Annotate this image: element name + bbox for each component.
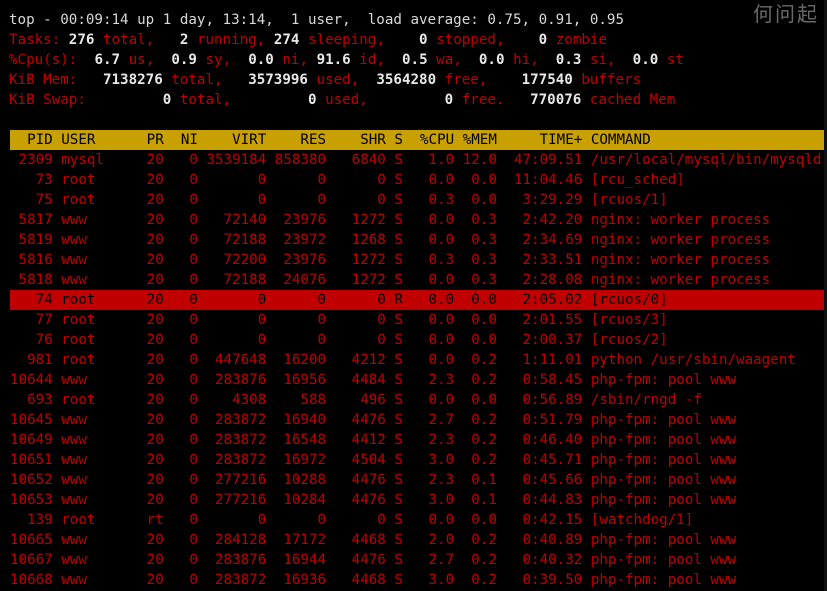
tasks-line: Tasks: 276 total, 2 running, 274 sleepin…	[9, 32, 607, 48]
process-row[interactable]: 10668 www 20 0 283872 16936 4468 S 3.0 0…	[10, 570, 827, 590]
process-row-text: 76 root 20 0 0 0 0 S 0.0 0.0 2:00.37 [rc…	[10, 332, 668, 348]
process-row[interactable]: 693 root 20 0 4308 588 496 S 0.0 0.0 0:5…	[10, 390, 827, 410]
process-row[interactable]: 76 root 20 0 0 0 0 S 0.0 0.0 2:00.37 [rc…	[10, 330, 827, 350]
process-row-text: 77 root 20 0 0 0 0 S 0.0 0.0 2:01.55 [rc…	[10, 312, 668, 328]
process-row[interactable]: 139 root rt 0 0 0 0 S 0.0 0.0 0:42.15 [w…	[10, 510, 827, 530]
process-row[interactable]: 5816 www 20 0 72200 23976 1272 S 0.3 0.3…	[10, 250, 827, 270]
watermark-logo: 何问起	[753, 2, 819, 26]
process-row-text: 10651 www 20 0 283872 16972 4504 S 3.0 0…	[10, 452, 737, 468]
process-row-text: 10649 www 20 0 283872 16548 4412 S 2.3 0…	[10, 432, 737, 448]
process-row[interactable]: 10653 www 20 0 277216 10284 4476 S 3.0 0…	[10, 490, 827, 510]
process-row-text: 5816 www 20 0 72200 23976 1272 S 0.3 0.3…	[10, 252, 771, 268]
process-row-text: 10644 www 20 0 283876 16956 4484 S 2.3 0…	[10, 372, 737, 388]
process-row[interactable]: 5817 www 20 0 72140 23976 1272 S 0.0 0.3…	[10, 210, 827, 230]
process-row-selected[interactable]: 74 root 20 0 0 0 0 R 0.0 0.0 2:05.02 [rc…	[10, 290, 827, 310]
process-row[interactable]: 10667 www 20 0 283876 16944 4476 S 2.7 0…	[10, 550, 827, 570]
process-row-text: 75 root 20 0 0 0 0 S 0.3 0.0 3:29.29 [rc…	[10, 192, 668, 208]
process-row-text: 10668 www 20 0 283872 16936 4468 S 3.0 0…	[10, 572, 737, 588]
process-row[interactable]: 5819 www 20 0 72188 23972 1268 S 0.0 0.3…	[10, 230, 827, 250]
process-row-text: 10653 www 20 0 277216 10284 4476 S 3.0 0…	[10, 492, 737, 508]
process-row[interactable]: 10652 www 20 0 277216 10288 4476 S 2.3 0…	[10, 470, 827, 490]
process-row-text: 981 root 20 0 447648 16200 4212 S 0.0 0.…	[10, 352, 796, 368]
process-table-header[interactable]: PID USER PR NI VIRT RES SHR S %CPU %MEM …	[10, 130, 827, 150]
process-row[interactable]: 10645 www 20 0 283872 16940 4476 S 2.7 0…	[10, 410, 827, 430]
process-row-text: 139 root rt 0 0 0 0 S 0.0 0.0 0:42.15 [w…	[10, 512, 694, 528]
process-row[interactable]: 10665 www 20 0 284128 17172 4468 S 2.0 0…	[10, 530, 827, 550]
process-row[interactable]: 75 root 20 0 0 0 0 S 0.3 0.0 3:29.29 [rc…	[10, 190, 827, 210]
mem-line: KiB Mem: 7138276 total, 3573996 used, 35…	[9, 72, 642, 88]
process-table-header-text: PID USER PR NI VIRT RES SHR S %CPU %MEM …	[10, 132, 651, 148]
process-row[interactable]: 77 root 20 0 0 0 0 S 0.0 0.0 2:01.55 [rc…	[10, 310, 827, 330]
process-row[interactable]: 10649 www 20 0 283872 16548 4412 S 2.3 0…	[10, 430, 827, 450]
process-row-text: 5819 www 20 0 72188 23972 1268 S 0.0 0.3…	[10, 232, 771, 248]
process-row[interactable]: 10651 www 20 0 283872 16972 4504 S 3.0 0…	[10, 450, 827, 470]
uptime-load-line: top - 00:09:14 up 1 day, 13:14, 1 user, …	[9, 12, 624, 28]
process-row-text: 10667 www 20 0 283876 16944 4476 S 2.7 0…	[10, 552, 737, 568]
process-row-text: 5817 www 20 0 72140 23976 1272 S 0.0 0.3…	[10, 212, 771, 228]
process-row[interactable]: 2309 mysql 20 0 3539184 858380 6840 S 1.…	[10, 150, 827, 170]
process-row[interactable]: 10644 www 20 0 283876 16956 4484 S 2.3 0…	[10, 370, 827, 390]
process-row-text: 2309 mysql 20 0 3539184 858380 6840 S 1.…	[10, 152, 822, 168]
process-row[interactable]: 5818 www 20 0 72188 24076 1272 S 0.0 0.3…	[10, 270, 827, 290]
swap-line: KiB Swap: 0 total, 0 used, 0 free. 77007…	[9, 92, 676, 108]
process-row-text: 693 root 20 0 4308 588 496 S 0.0 0.0 0:5…	[10, 392, 702, 408]
process-row-text: 74 root 20 0 0 0 0 R 0.0 0.0 2:05.02 [rc…	[10, 292, 668, 308]
process-row-text: 73 root 20 0 0 0 0 S 0.0 0.0 11:04.46 [r…	[10, 172, 685, 188]
process-row-text: 10665 www 20 0 284128 17172 4468 S 2.0 0…	[10, 532, 737, 548]
process-row-text: 10645 www 20 0 283872 16940 4476 S 2.7 0…	[10, 412, 737, 428]
process-row-text: 5818 www 20 0 72188 24076 1272 S 0.0 0.3…	[10, 272, 771, 288]
process-row-text: 10652 www 20 0 277216 10288 4476 S 2.3 0…	[10, 472, 737, 488]
cpu-line: %Cpu(s): 6.7 us, 0.9 sy, 0.0 ni, 91.6 id…	[9, 52, 684, 68]
process-row[interactable]: 73 root 20 0 0 0 0 S 0.0 0.0 11:04.46 [r…	[10, 170, 827, 190]
process-row[interactable]: 981 root 20 0 447648 16200 4212 S 0.0 0.…	[10, 350, 827, 370]
